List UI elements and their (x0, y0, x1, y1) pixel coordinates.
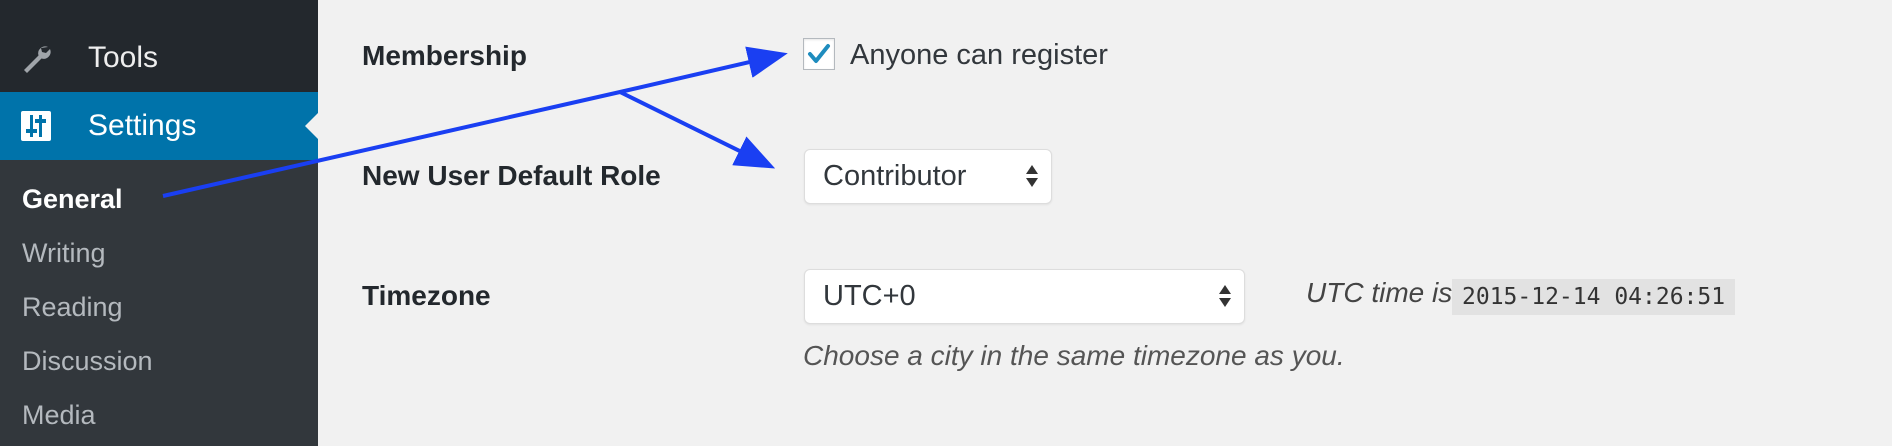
sidebar-item-label: Settings (88, 109, 197, 142)
default-role-label: New User Default Role (362, 160, 661, 191)
utc-time-label: UTC time is (1306, 277, 1453, 308)
sidebar-item-label: Tools (88, 41, 159, 74)
select-arrows-icon (1219, 285, 1231, 307)
timezone-value: UTC+0 (823, 280, 916, 312)
admin-sidebar: Tools Settings General Writing Reading D… (0, 0, 318, 446)
submenu-item-writing[interactable]: Writing (22, 238, 106, 269)
sidebar-item-tools[interactable]: Tools (0, 24, 318, 92)
timezone-label: Timezone (362, 280, 491, 311)
default-role-select[interactable]: Contributor (804, 149, 1052, 204)
timezone-description: Choose a city in the same timezone as yo… (803, 340, 1345, 371)
partial-menu-item (22, 0, 142, 4)
default-role-value: Contributor (823, 160, 967, 192)
settings-sliders-icon (18, 108, 54, 144)
anyone-can-register-label[interactable]: Anyone can register (850, 39, 1108, 72)
checkmark-icon (808, 44, 830, 63)
submenu-item-reading[interactable]: Reading (22, 292, 123, 323)
sidebar-item-settings[interactable]: Settings (0, 92, 318, 160)
submenu-item-media[interactable]: Media (22, 400, 96, 431)
settings-submenu: General Writing Reading Discussion Media (0, 160, 318, 446)
membership-label: Membership (362, 40, 527, 71)
active-menu-pointer (305, 113, 318, 139)
utc-time-value: 2015-12-14 04:26:51 (1452, 279, 1736, 315)
submenu-item-discussion[interactable]: Discussion (22, 346, 153, 377)
select-arrows-icon (1026, 165, 1038, 187)
timezone-select[interactable]: UTC+0 (804, 269, 1245, 324)
wrench-icon (18, 40, 54, 76)
anyone-can-register-checkbox[interactable] (803, 38, 835, 70)
submenu-item-general[interactable]: General (22, 184, 123, 215)
annotation-arrow-to-role-select (619, 90, 776, 169)
